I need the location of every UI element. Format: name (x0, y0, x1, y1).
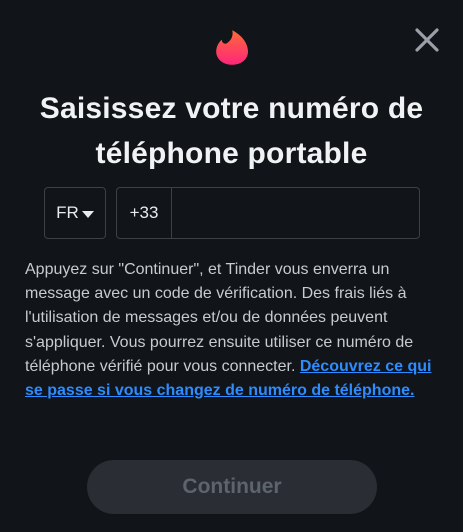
phone-number-input[interactable] (172, 188, 419, 238)
country-code-select[interactable]: FR (44, 187, 106, 239)
page-title: Saisissez votre numéro de téléphone port… (39, 92, 424, 170)
country-code-label: FR (56, 203, 79, 222)
chevron-down-icon (81, 210, 94, 218)
flame-logo-icon (216, 30, 248, 65)
sms-disclaimer: Appuyez sur "Continuer", et Tinder vous … (25, 258, 440, 403)
close-icon[interactable] (413, 26, 441, 54)
phone-number-field: +33 (116, 187, 420, 239)
continue-button[interactable]: Continuer (87, 460, 377, 514)
dial-prefix: +33 (117, 188, 172, 238)
phone-number-row: FR +33 (44, 187, 420, 239)
